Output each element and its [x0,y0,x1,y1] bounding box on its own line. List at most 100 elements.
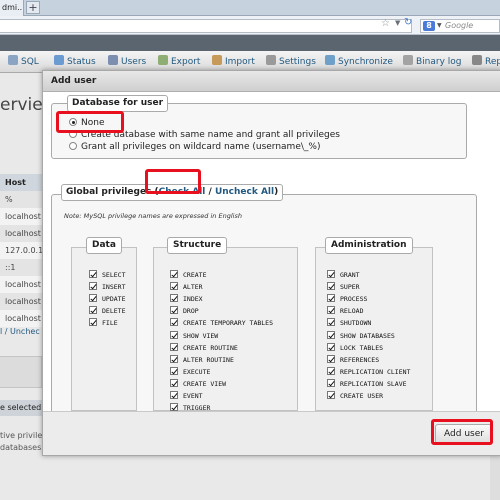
browser-tab[interactable]: dmi... [0,0,24,16]
menu-label: Import [225,57,255,67]
checkbox[interactable] [327,282,335,291]
checkbox[interactable] [170,318,178,327]
checkbox[interactable] [89,270,97,278]
privilege-checkbox-structure[interactable]: DROP [170,306,199,316]
checkbox[interactable] [170,403,178,411]
note-line: tive privileg [0,431,48,440]
address-bar[interactable] [0,19,412,33]
privilege-checkbox-administration[interactable]: GRANT [327,270,360,280]
menu-label: Export [171,57,201,67]
privilege-checkbox-data[interactable]: UPDATE [89,294,125,304]
privilege-label: TRIGGER [183,404,211,411]
privilege-checkbox-administration[interactable]: LOCK TABLES [327,342,383,353]
privilege-checkbox-data[interactable]: SELECT [89,270,125,280]
browser-tab-bar: dmi... + [0,0,500,16]
privilege-checkbox-structure[interactable]: ALTER [170,282,203,292]
host-cell: 127.0.0.1 [0,242,42,259]
host-cell: % [0,191,42,208]
privilege-label: CREATE VIEW [183,379,227,388]
checkbox[interactable] [170,270,178,278]
radio-grant-wildcard[interactable]: Grant all privileges on wildcard name (u… [69,142,320,153]
checkbox[interactable] [89,306,97,315]
privilege-label: INDEX [183,295,203,304]
privilege-label: CREATE TEMPORARY TABLES [183,319,274,328]
privilege-checkbox-structure[interactable]: SHOW VIEW [170,330,218,341]
checkbox[interactable] [327,306,335,315]
binary-log-icon [403,55,413,65]
checkbox[interactable] [327,342,335,351]
background-user-overview: erview Host % localhost localhost 127.0.… [0,73,57,500]
privilege-checkbox-structure[interactable]: EVENT [170,391,203,401]
privilege-label: SUPER [340,283,360,292]
privilege-label: DELETE [102,307,126,316]
checkbox[interactable] [327,330,335,339]
settings-icon [266,55,276,65]
checkbox[interactable] [170,294,178,303]
privilege-checkbox-administration[interactable]: SHOW DATABASES [327,330,395,341]
radio-label: Grant all privileges on wildcard name (u… [81,142,321,152]
privilege-checkbox-structure[interactable]: TRIGGER [170,403,210,411]
search-placeholder: Google [445,21,474,30]
privilege-checkbox-administration[interactable]: PROCESS [327,294,367,304]
bookmark-star-icon[interactable]: ☆ [381,18,390,29]
search-engine-dropdown-icon[interactable]: ▼ [437,22,442,29]
uncheck-all-link[interactable]: Uncheck All [215,187,274,197]
checkbox[interactable] [170,366,178,375]
privilege-checkbox-structure[interactable]: CREATE VIEW [170,378,227,389]
checkbox[interactable] [327,354,335,363]
paren-close: ) [274,187,279,197]
background-button[interactable] [0,356,42,388]
privilege-label: PROCESS [340,295,368,304]
new-tab-button[interactable]: + [26,1,40,14]
search-box[interactable]: 8 ▼ Google [420,19,500,33]
privilege-checkbox-structure[interactable]: CREATE ROUTINE [170,342,238,353]
privilege-checkbox-data[interactable]: DELETE [89,306,125,316]
checkbox[interactable] [170,330,178,339]
checkbox[interactable] [327,391,335,399]
privilege-checkbox-data[interactable]: FILE [89,318,118,328]
privilege-checkbox-administration[interactable]: RELOAD [327,306,363,316]
reload-icon[interactable]: ↻ [404,17,412,28]
check-all-links[interactable]: l / Unchec [0,327,40,336]
privilege-checkbox-data[interactable]: INSERT [89,282,125,292]
checkbox[interactable] [327,378,335,387]
checkbox[interactable] [89,282,97,291]
menu-label: Status [67,57,96,67]
privilege-checkbox-structure[interactable]: INDEX [170,294,203,304]
checkbox[interactable] [170,391,178,399]
privilege-checkbox-administration[interactable]: REPLICATION SLAVE [327,378,407,389]
privilege-label: REFERENCES [340,355,380,364]
checkbox[interactable] [89,318,97,327]
structure-legend: Structure [167,237,228,254]
privilege-checkbox-administration[interactable]: CREATE USER [327,391,383,401]
checkbox[interactable] [170,282,178,291]
history-dropdown-icon[interactable]: ▼ [395,19,400,27]
privilege-checkbox-administration[interactable]: REPLICATION CLIENT [327,366,410,377]
dialog-body[interactable]: Database for user None Create database w… [43,92,500,411]
privilege-label: FILE [102,319,118,328]
privilege-checkbox-structure[interactable]: CREATE [170,270,206,280]
checkbox[interactable] [170,378,178,387]
checkbox[interactable] [89,294,97,303]
privilege-label: CREATE [183,271,207,279]
privilege-checkbox-administration[interactable]: SUPER [327,282,360,292]
checkbox[interactable] [170,354,178,363]
menu-sql[interactable]: SQL [8,51,39,73]
checkbox[interactable] [327,294,335,303]
privilege-checkbox-administration[interactable]: REFERENCES [327,354,380,365]
privilege-label: RELOAD [340,307,364,316]
background-note: tive privileg databases t [0,430,47,454]
privilege-checkbox-structure[interactable]: EXECUTE [170,366,210,377]
checkbox[interactable] [170,306,178,315]
checkbox[interactable] [327,366,335,375]
users-icon [108,55,118,65]
checkbox[interactable] [327,318,335,327]
host-cell: localhost [0,293,42,310]
search-engine-icon[interactable]: 8 [423,21,435,31]
checkbox[interactable] [327,270,335,278]
radio-button[interactable] [69,142,77,150]
privilege-checkbox-structure[interactable]: CREATE TEMPORARY TABLES [170,318,273,328]
privilege-checkbox-administration[interactable]: SHUTDOWN [327,318,371,328]
privilege-checkbox-structure[interactable]: ALTER ROUTINE [170,354,234,365]
checkbox[interactable] [170,342,178,351]
